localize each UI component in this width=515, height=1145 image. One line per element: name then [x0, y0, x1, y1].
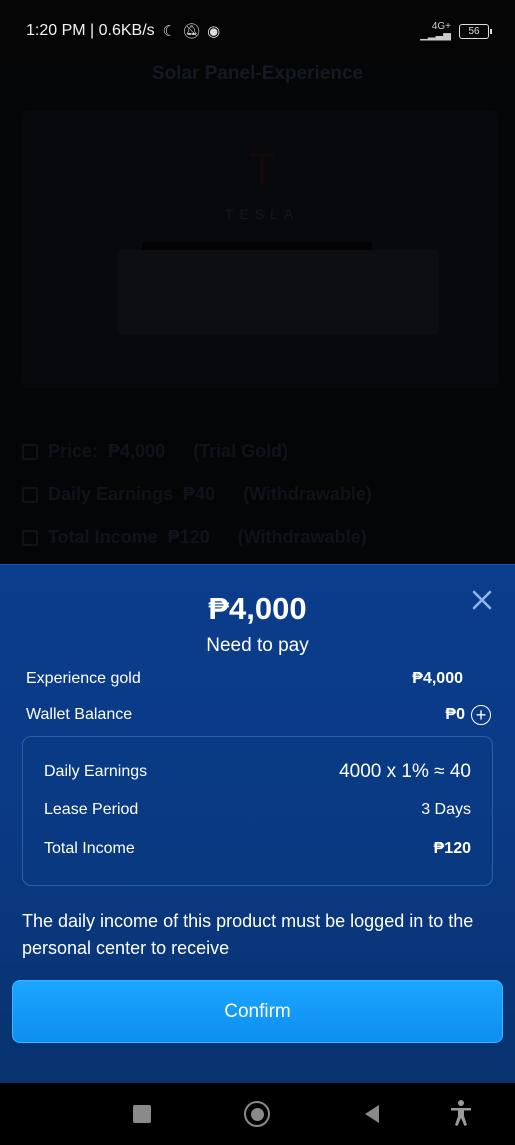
- lease-period-label: Lease Period: [44, 801, 139, 818]
- status-right: 4G+ ▁▂▃▅ 56: [420, 21, 492, 41]
- recent-apps-button[interactable]: [133, 1105, 151, 1123]
- background-page: Solar Panel-Experience T TESLA Price: ₱4…: [0, 62, 515, 564]
- total-income-value: ₱120: [433, 840, 471, 857]
- accessibility-button[interactable]: [448, 1099, 474, 1127]
- page-title: Solar Panel-Experience: [151, 63, 364, 84]
- info-value: ₱120: [167, 527, 210, 547]
- battery-icon: 56: [459, 23, 492, 39]
- messenger-icon: ◉: [207, 23, 221, 40]
- info-value: ₱40: [183, 484, 216, 504]
- info-note: (Withdrawable): [243, 484, 372, 504]
- status-time-speed: 1:20 PM | 0.6KB/s: [26, 22, 155, 39]
- checkbox-icon: [22, 443, 38, 460]
- info-row-daily: Daily Earnings ₱40 (Withdrawable): [22, 473, 492, 516]
- home-button[interactable]: [244, 1101, 270, 1127]
- mute-icon: 🔕︎: [182, 23, 202, 40]
- brand-name: TESLA: [224, 206, 300, 222]
- daily-earnings-value: 4000 x 1% ≈ 40: [339, 761, 471, 782]
- info-note: (Withdrawable): [237, 527, 367, 547]
- income-note: The daily income of this product must be…: [22, 911, 474, 958]
- total-income-row: Total Income ₱120: [44, 840, 471, 858]
- lease-period-value: 3 Days: [421, 801, 471, 818]
- info-row-total: Total Income ₱120 (Withdrawable): [22, 516, 492, 559]
- info-label: Price:: [48, 441, 99, 461]
- battery-level: 56: [468, 25, 480, 37]
- accessibility-icon: [451, 1100, 471, 1126]
- status-icons: ☾ 🔕︎ ◉: [163, 22, 221, 40]
- wallet-balance-value: ₱0: [445, 706, 465, 723]
- system-nav-bar: [0, 1083, 515, 1145]
- wallet-balance-value-group: ₱0 +: [445, 704, 491, 726]
- earnings-detail-card: Daily Earnings 4000 x 1% ≈ 40 Lease Peri…: [22, 736, 493, 886]
- back-icon: [365, 1105, 379, 1123]
- wallet-balance-row: Wallet Balance ₱0 +: [26, 704, 491, 726]
- status-time: 1:20 PM | 0.6KB/s ☾ 🔕︎ ◉: [26, 22, 220, 40]
- total-income-label: Total Income: [44, 840, 135, 857]
- experience-gold-row: Experience gold ₱4,000: [26, 668, 491, 690]
- moon-icon: ☾: [162, 23, 177, 40]
- product-info-list: Price: ₱4,000 (Trial Gold) Daily Earning…: [22, 430, 492, 559]
- add-funds-icon[interactable]: +: [471, 705, 491, 725]
- confirm-button[interactable]: Confirm: [12, 980, 503, 1043]
- daily-earnings-label: Daily Earnings: [44, 763, 148, 780]
- info-row-price: Price: ₱4,000 (Trial Gold): [22, 430, 492, 473]
- solar-panel-image: [117, 250, 439, 334]
- tesla-logo-icon: T: [248, 144, 276, 193]
- payment-sheet: ₱4,000 Need to pay Experience gold ₱4,00…: [0, 564, 515, 1083]
- checkbox-icon: [22, 486, 38, 503]
- info-label: Daily Earnings: [48, 484, 174, 504]
- daily-earnings-row: Daily Earnings 4000 x 1% ≈ 40: [44, 761, 471, 783]
- experience-gold-label: Experience gold: [26, 670, 141, 687]
- experience-gold-value: ₱4,000: [412, 670, 463, 687]
- signal-icon: 4G+ ▁▂▃▅: [420, 21, 451, 41]
- status-bar: 1:20 PM | 0.6KB/s ☾ 🔕︎ ◉ 4G+ ▁▂▃▅ 56: [0, 0, 515, 62]
- info-note: (Trial Gold): [193, 441, 289, 461]
- info-label: Total Income: [48, 527, 158, 547]
- product-banner: T TESLA: [22, 110, 498, 388]
- wallet-balance-label: Wallet Balance: [26, 706, 133, 723]
- network-type: 4G+: [431, 21, 451, 32]
- lease-period-row: Lease Period 3 Days: [44, 801, 471, 819]
- payment-subtitle: Need to pay: [206, 635, 309, 656]
- checkbox-icon: [22, 529, 38, 546]
- payment-amount: ₱4,000: [208, 591, 307, 626]
- back-button[interactable]: [362, 1103, 382, 1125]
- info-value: ₱4,000: [108, 441, 166, 461]
